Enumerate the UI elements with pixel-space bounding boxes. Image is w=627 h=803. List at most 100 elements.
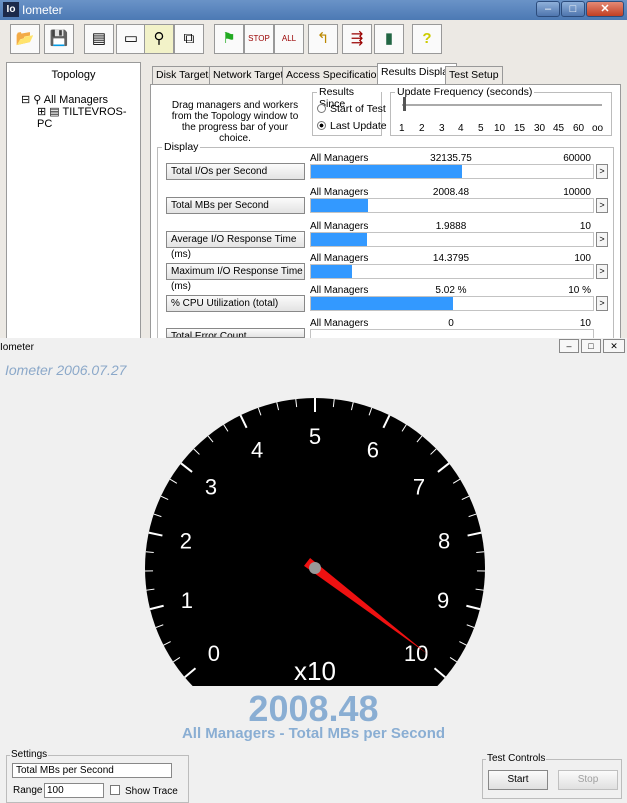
metric-arrow-button[interactable]: >	[596, 296, 608, 311]
metric-button[interactable]: Total Error Count	[166, 328, 305, 338]
new-network-worker-icon[interactable]: ⚲	[144, 24, 174, 54]
window-title: Iometer	[22, 3, 63, 17]
start-icon[interactable]: ⚑	[214, 24, 244, 54]
tab-access-specifications[interactable]: Access Specifications	[282, 66, 392, 84]
about-icon[interactable]: ?	[412, 24, 442, 54]
range-input[interactable]: 100	[44, 783, 104, 798]
metric-bar-fill	[311, 165, 462, 178]
app-logo: Io	[3, 2, 19, 17]
metric-bar[interactable]	[310, 232, 594, 247]
copy-worker-icon[interactable]: ⧉	[174, 24, 204, 54]
dial-number: 7	[413, 475, 425, 500]
dial-multiplier: x10	[294, 656, 336, 686]
metric-max: 100	[574, 253, 591, 264]
meter-minimize-button[interactable]: –	[559, 339, 579, 353]
meter-caption: All Managers - Total MBs per Second	[0, 725, 627, 742]
test-controls-group: Test Controls Start Stop	[482, 759, 622, 799]
close-button[interactable]: ✕	[586, 1, 624, 17]
metric-bar-fill	[311, 199, 368, 212]
dial-number: 6	[367, 437, 379, 462]
metric-bar[interactable]	[310, 164, 594, 179]
metric-arrow-button[interactable]: >	[596, 164, 608, 179]
metric-arrow-button[interactable]: >	[596, 232, 608, 247]
metric-max: 10000	[563, 187, 591, 198]
range-label: Range	[13, 785, 42, 796]
metric-arrow-button[interactable]: >	[596, 198, 608, 213]
topology-title: Topology	[7, 69, 140, 81]
dial-number: 0	[208, 641, 220, 666]
dial-number: 10	[404, 641, 428, 666]
dial-number: 1	[181, 588, 193, 613]
update-frequency-slider[interactable]	[402, 104, 602, 106]
tab-disk-targets[interactable]: Disk Targets	[152, 66, 218, 84]
settings-label: Settings	[10, 749, 48, 760]
minimize-button[interactable]: –	[536, 1, 560, 17]
last-update-radio[interactable]: Last Update	[317, 120, 387, 132]
metric-button[interactable]: Average I/O Response Time (ms)	[166, 231, 305, 248]
metric-value: 0	[406, 318, 496, 329]
metric-bar[interactable]	[310, 198, 594, 213]
exit-door-icon[interactable]: ▮	[374, 24, 404, 54]
stop-icon[interactable]: STOP	[244, 24, 274, 54]
metric-button[interactable]: Maximum I/O Response Time (ms)	[166, 263, 305, 280]
needle-hub	[309, 562, 321, 574]
metric-max: 10 %	[568, 285, 591, 296]
show-trace-checkbox[interactable]: Show Trace	[110, 785, 178, 797]
metric-button[interactable]: % CPU Utilization (total)	[166, 295, 305, 312]
collapse-icon[interactable]: ⊟	[21, 94, 30, 106]
iometer-main-window: Io Iometer – □ ✕ 📂 💾 ▤ ▭ ⚲ ⧉ ⚑ STOP ALL …	[0, 0, 627, 348]
metric-select[interactable]: Total MBs per Second	[12, 763, 172, 778]
meter-window-title: Iometer	[0, 342, 34, 353]
metric-value: 5.02 %	[406, 285, 496, 296]
metric-button[interactable]: Total I/Os per Second	[166, 163, 305, 180]
meter-value: 2008.48	[0, 688, 627, 730]
toolbar: 📂 💾 ▤ ▭ ⚲ ⧉ ⚑ STOP ALL ↰ ⇶ ▮ ?	[6, 22, 621, 58]
drag-instructions: Drag managers and workers from the Topol…	[165, 100, 305, 144]
reset-workers-icon[interactable]: ↰	[308, 24, 338, 54]
open-folder-icon[interactable]: 📂	[10, 24, 40, 54]
dial-number: 8	[438, 529, 450, 554]
meter-maximize-button[interactable]: □	[581, 339, 601, 353]
tab-test-setup[interactable]: Test Setup	[445, 66, 503, 84]
metric-value: 2008.48	[406, 187, 496, 198]
save-icon[interactable]: 💾	[44, 24, 74, 54]
metric-manager: All Managers	[310, 153, 368, 164]
dial-number: 9	[437, 588, 449, 613]
exit-icon[interactable]: ⇶	[342, 24, 372, 54]
tree-child[interactable]: ⊞ ▤ TILTEVROS-PC	[37, 105, 140, 130]
maximize-button[interactable]: □	[561, 1, 585, 17]
start-button[interactable]: Start	[488, 770, 548, 790]
test-controls-label: Test Controls	[486, 753, 546, 764]
metric-manager: All Managers	[310, 253, 368, 264]
stop-button[interactable]: Stop	[558, 770, 618, 790]
metric-arrow-button[interactable]: >	[596, 264, 608, 279]
metric-bar-fill	[311, 265, 352, 278]
metric-button[interactable]: Total MBs per Second	[166, 197, 305, 214]
slider-thumb[interactable]	[403, 97, 406, 111]
metric-value: 1.9888	[406, 221, 496, 232]
metric-value: 14.3795	[406, 253, 496, 264]
meter-close-button[interactable]: ✕	[603, 339, 625, 353]
iometer-meter-window: Iometer – □ ✕ Iometer 2006.07.27 0123456…	[0, 338, 627, 800]
metric-bar-fill	[311, 233, 367, 246]
dial-number: 3	[205, 475, 217, 500]
metric-manager: All Managers	[310, 285, 368, 296]
metric-manager: All Managers	[310, 221, 368, 232]
dial-number: 2	[180, 529, 192, 554]
expand-icon[interactable]: ⊞	[37, 106, 46, 118]
topology-panel: Topology ⊟ ⚲ All Managers ⊞ ▤ TILTEVROS-…	[6, 62, 141, 348]
metric-bar[interactable]	[310, 264, 594, 279]
new-worker-icon[interactable]: ▭	[116, 24, 146, 54]
dial-number: 5	[309, 424, 321, 449]
display-label: Display	[162, 141, 200, 153]
speedometer-dial: 0 1 2 3 4 5 6 7 8 9 10 x10	[0, 368, 627, 728]
start-display-icon[interactable]: ▤	[84, 24, 114, 54]
start-of-test-radio[interactable]: Start of Test	[317, 103, 386, 115]
metric-bar-fill	[311, 297, 453, 310]
tab-network-targets[interactable]: Network Targets	[209, 66, 293, 84]
stop-all-icon[interactable]: ALL	[274, 24, 304, 54]
dial-number: 4	[251, 437, 263, 462]
metric-value: 32135.75	[406, 153, 496, 164]
update-frequency-label: Update Frequency (seconds)	[395, 86, 534, 98]
metric-bar[interactable]	[310, 296, 594, 311]
